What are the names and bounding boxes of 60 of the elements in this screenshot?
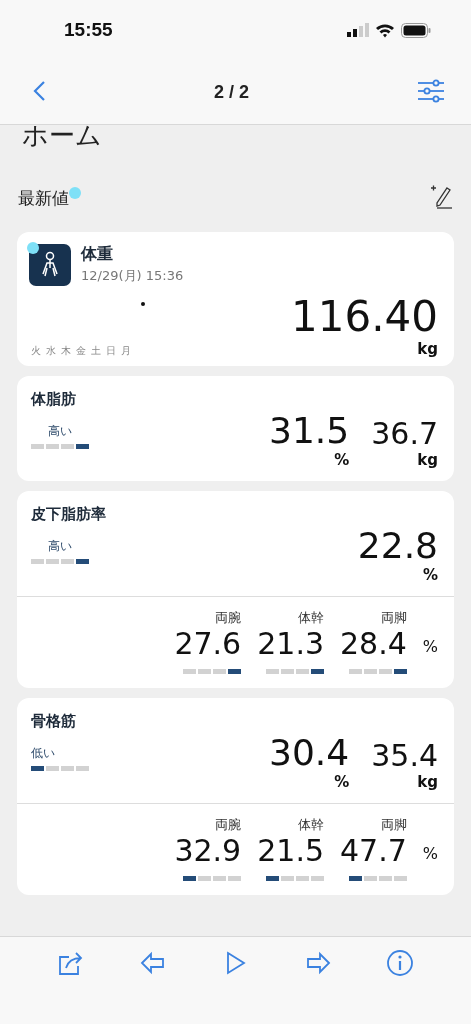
unit-label: % [422,844,438,863]
page-counter: 2 / 2 [214,81,249,103]
metric-value: 31.5 [269,413,350,449]
edit-button[interactable] [429,185,453,212]
segment-value: 32.9 [174,836,242,866]
segment-label: 両腕 [215,816,242,834]
weekday-label: 火 [31,344,41,358]
card-title: 体重 [81,244,114,265]
pencil-plus-icon [429,185,453,209]
weight-value: 116.40 [291,296,438,338]
metric-card[interactable]: 皮下脂肪率 高い 22.8 % 両腕 27.6 体幹 21.3 両脚 28.4 % [17,491,454,688]
status-time: 15:55 [64,19,113,41]
weekday-label: 金 [76,344,86,358]
sliders-icon [417,78,445,103]
level-label: 高い [48,423,72,440]
weekday-label: 木 [61,344,71,358]
weekday-label: 日 [106,344,116,358]
segment-label: 両脚 [380,609,407,627]
unit-label: kg [417,451,438,469]
card-title: 骨格筋 [30,711,77,731]
unit-label: % [422,566,438,584]
metric-card[interactable]: 体脂肪 高い 31.5 % 36.7 kg [17,376,454,481]
unit-label: % [422,637,438,656]
segment-value: 28.4 [340,629,407,659]
unit-label: kg [417,773,438,791]
level-label: 低い [31,745,55,762]
level-label: 高い [48,538,72,555]
weight-card[interactable]: 体重 12/29(月) 15:36 火 水 木 金 土 日 月 116.40 kg [17,232,454,366]
section-title: 最新値 [18,187,69,210]
unit-label: % [334,451,350,469]
weekday-label: 土 [91,344,101,358]
card-title: 皮下脂肪率 [30,504,107,524]
metric-value: 36.7 [371,419,438,449]
segment-label: 両脚 [380,816,407,834]
wifi-icon [375,22,395,38]
segment-label: 体幹 [298,816,324,834]
back-icon [32,79,46,102]
segment-label: 両腕 [215,609,242,627]
segment-label: 体幹 [298,609,324,627]
data-point [141,302,145,306]
segment-value: 21.5 [257,836,324,866]
metric-card[interactable]: 骨格筋 低い 30.4 % 35.4 kg 両腕 32.9 体幹 21.5 両脚 47.7 % [17,698,454,895]
person-icon [29,244,71,286]
page-title: ホーム [21,121,103,149]
battery-icon [401,22,431,38]
segment-value: 47.7 [340,836,407,866]
info-button[interactable] [385,949,414,977]
metric-value: 35.4 [371,741,438,771]
segment-value: 27.6 [174,629,242,659]
weekday-label: 月 [121,344,131,358]
measurement-date: 12/29(月) 15:36 [81,267,184,285]
weekday-label: 水 [46,344,56,358]
metric-value: 22.8 [357,528,438,564]
card-title: 体脂肪 [29,389,77,409]
info-icon [385,949,414,977]
segment-value: 21.3 [257,629,324,659]
metric-value: 30.4 [269,735,350,771]
unit-label: % [334,773,350,791]
unit-label: kg [417,340,438,358]
signal-icon [347,23,369,37]
